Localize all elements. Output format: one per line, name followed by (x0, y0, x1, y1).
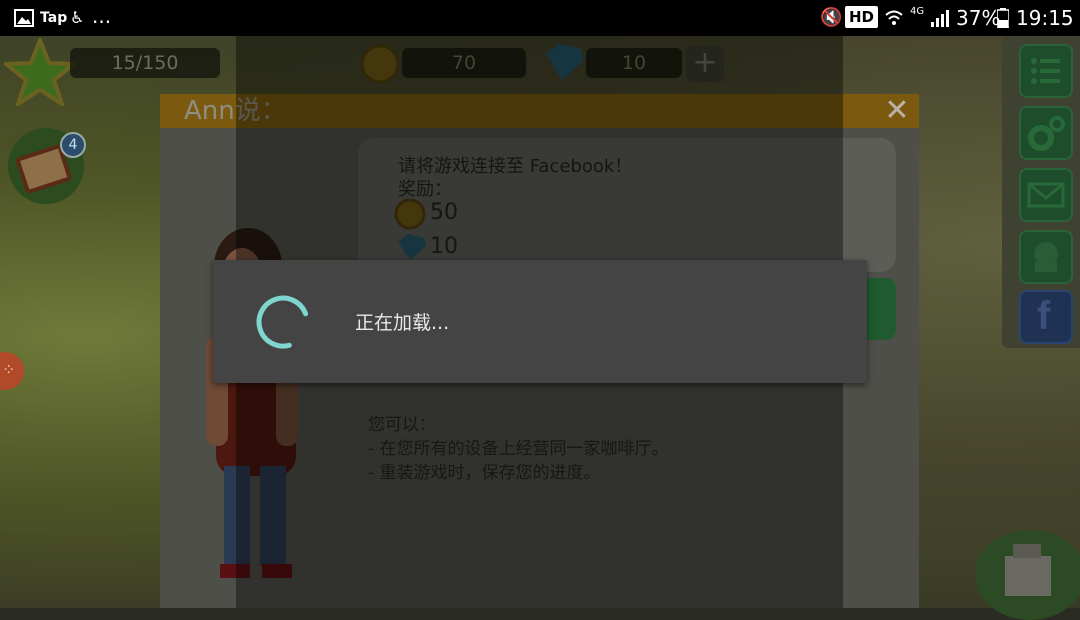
menu-list-button[interactable] (1019, 44, 1073, 98)
quest-book-button[interactable]: 4 (8, 128, 86, 204)
loading-spinner-icon (256, 295, 309, 349)
mute-icon: 🔇 (820, 7, 843, 28)
cash-register-button[interactable] (975, 530, 1080, 620)
settings-button[interactable] (1019, 106, 1073, 160)
cash-register-icon (1005, 544, 1051, 596)
network-type: 4G (910, 6, 925, 17)
accessibility-icon: ♿ (70, 8, 85, 27)
signal-icon (931, 10, 949, 27)
loading-dialog: 正在加载... (213, 260, 867, 383)
book-badge: 4 (60, 132, 86, 158)
clock: 19:15 (1016, 6, 1074, 30)
list-icon (1031, 58, 1060, 84)
battery-percent: 37% (956, 6, 1001, 30)
flower-icon (1034, 242, 1058, 272)
level-star-icon[interactable] (4, 38, 76, 106)
xp-counter: 15/150 (70, 48, 220, 78)
wifi-icon (885, 10, 903, 25)
decor-button[interactable] (1019, 230, 1073, 284)
battery-icon (997, 8, 1009, 28)
app-name: Tap (40, 10, 68, 26)
status-bar: Tap ♿ ... 🔇 HD 4G 37% 19:15 (0, 0, 1080, 36)
dots-icon: ⁘ (2, 360, 16, 379)
mail-button[interactable] (1019, 168, 1073, 222)
gallery-icon (14, 9, 34, 27)
loading-text: 正在加载... (355, 312, 450, 334)
hd-badge: HD (845, 6, 879, 28)
facebook-button[interactable]: f (1019, 290, 1073, 344)
facebook-icon: f (1037, 294, 1051, 338)
more-notifications: ... (92, 4, 112, 28)
close-button[interactable]: ✕ (881, 96, 913, 126)
gear-icon (1028, 116, 1065, 151)
mail-icon (1027, 182, 1065, 208)
